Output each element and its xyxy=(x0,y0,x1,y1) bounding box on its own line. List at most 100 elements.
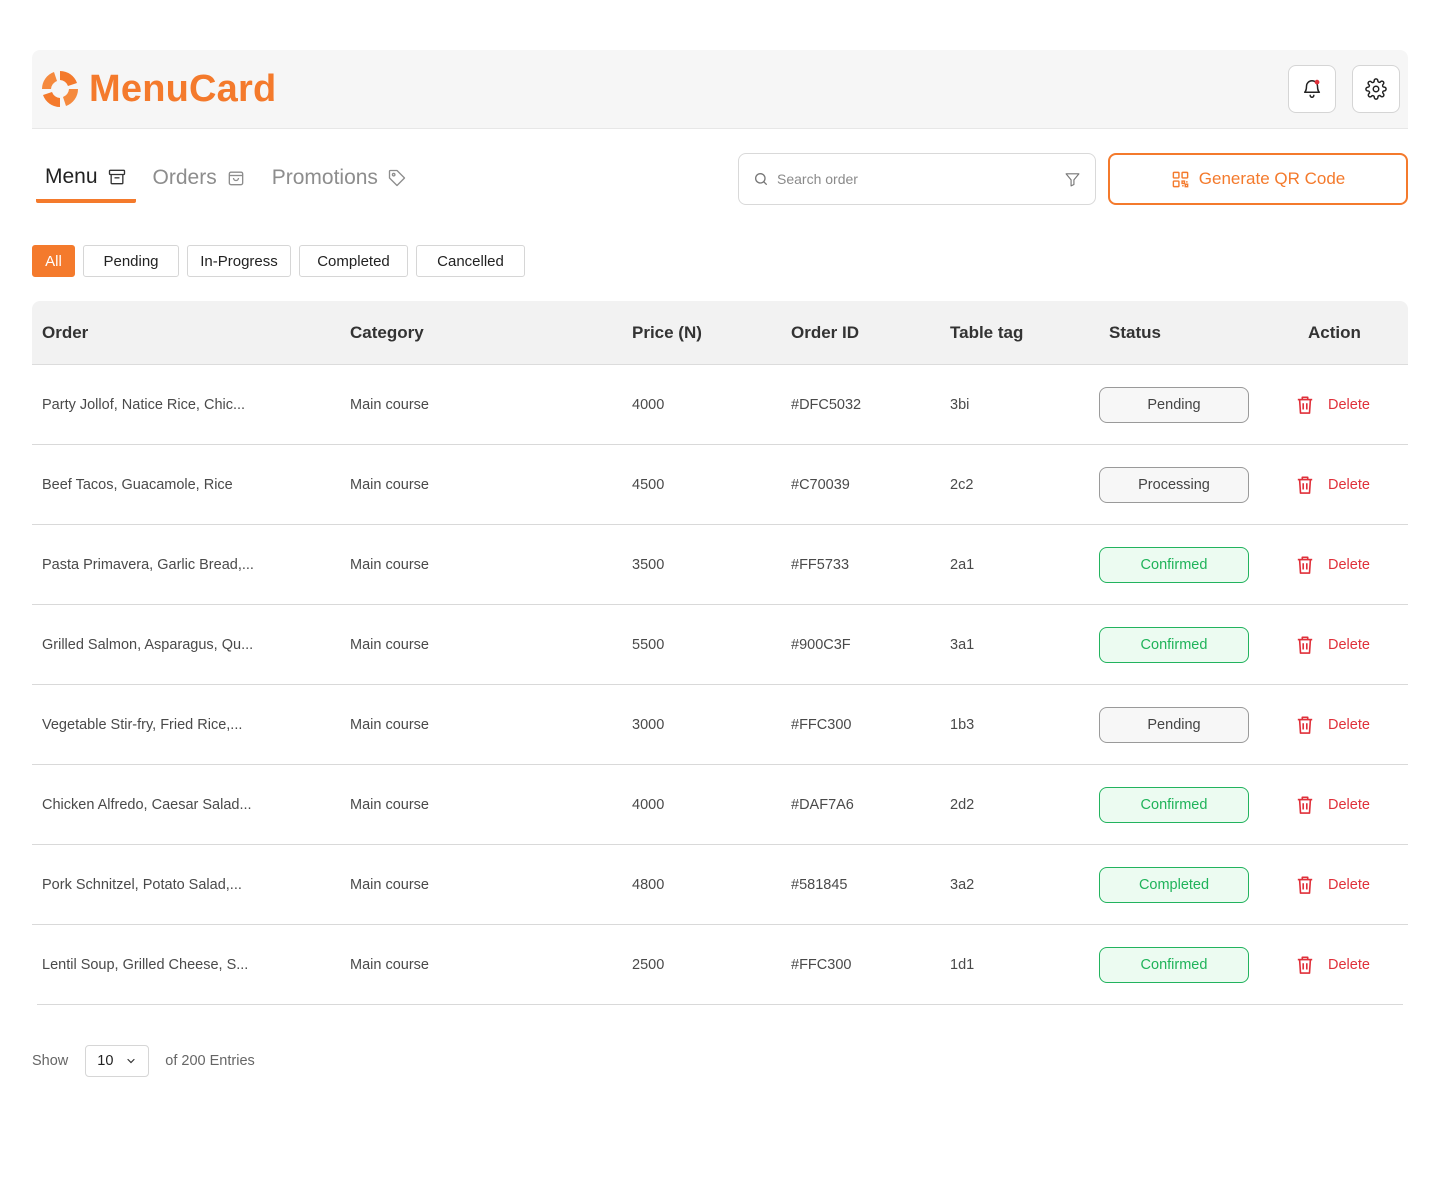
order-items: Party Jollof, Natice Rice, Chic... xyxy=(42,397,246,413)
tab-promotions-label: Promotions xyxy=(271,166,378,189)
table-tag: 3a2 xyxy=(950,877,975,893)
order-items: Lentil Soup, Grilled Cheese, S... xyxy=(42,957,249,973)
shopping-bag-icon xyxy=(226,168,246,188)
show-label: Show xyxy=(32,1053,69,1069)
brand-name: MenuCard xyxy=(89,67,277,110)
entries-count: of 200 Entries xyxy=(165,1053,255,1069)
trash-icon xyxy=(1296,795,1314,815)
table-tag: 2a1 xyxy=(950,557,975,573)
column-header-status[interactable]: Status xyxy=(1109,301,1161,365)
filter-pending[interactable]: Pending xyxy=(83,245,179,277)
order-price: 4000 xyxy=(632,397,665,413)
status-badge[interactable]: Completed xyxy=(1099,867,1249,903)
table-tag: 1d1 xyxy=(950,957,975,973)
status-badge[interactable]: Confirmed xyxy=(1099,627,1249,663)
order-items: Vegetable Stir-fry, Fried Rice,... xyxy=(42,717,243,733)
gear-icon xyxy=(1365,78,1387,100)
tag-icon xyxy=(387,168,407,188)
filter-in-progress[interactable]: In-Progress xyxy=(187,245,291,277)
filter-icon[interactable] xyxy=(1064,171,1081,188)
trash-icon xyxy=(1296,875,1314,895)
order-category: Main course xyxy=(350,957,429,973)
order-category: Main course xyxy=(350,477,429,493)
order-category: Main course xyxy=(350,797,429,813)
status-badge[interactable]: Confirmed xyxy=(1099,787,1249,823)
status-badge[interactable]: Confirmed xyxy=(1099,947,1249,983)
status-badge[interactable]: Processing xyxy=(1099,467,1249,503)
trash-icon xyxy=(1296,475,1314,495)
orders-table: Order Category Price (N) Order ID Table … xyxy=(32,301,1408,1005)
order-items: Chicken Alfredo, Caesar Salad... xyxy=(42,797,252,813)
delete-label: Delete xyxy=(1328,797,1370,813)
page-size-select[interactable]: 10 xyxy=(85,1045,150,1077)
delete-label: Delete xyxy=(1328,957,1370,973)
order-items: Pork Schnitzel, Potato Salad,... xyxy=(42,877,242,893)
top-bar: MenuCard xyxy=(32,50,1408,129)
filter-cancelled[interactable]: Cancelled xyxy=(416,245,525,277)
generate-qr-button[interactable]: Generate QR Code xyxy=(1108,153,1408,205)
status-badge[interactable]: Pending xyxy=(1099,707,1249,743)
table-row[interactable]: Chicken Alfredo, Caesar Salad... Main cou… xyxy=(32,765,1408,845)
search-icon xyxy=(755,173,767,185)
order-price: 4000 xyxy=(632,797,665,813)
order-items: Pasta Primavera, Garlic Bread,... xyxy=(42,557,254,573)
generate-qr-label: Generate QR Code xyxy=(1198,169,1346,188)
main-tabs: Menu Orders Promotions xyxy=(36,160,424,204)
table-row[interactable]: Party Jollof, Natice Rice, Chic... Main c… xyxy=(32,365,1408,445)
trash-icon xyxy=(1296,395,1314,415)
delete-label: Delete xyxy=(1328,477,1370,493)
notifications-button[interactable] xyxy=(1288,65,1336,113)
table-row[interactable]: Beef Tacos, Guacamole, Rice Main course 45… xyxy=(32,445,1408,525)
delete-button[interactable]: Delete xyxy=(1296,605,1370,685)
qr-code-icon xyxy=(1172,171,1189,187)
order-id: #DAF7A6 xyxy=(791,797,854,813)
tab-orders[interactable]: Orders xyxy=(144,160,255,196)
column-header-category[interactable]: Category xyxy=(350,301,424,365)
order-category: Main course xyxy=(350,637,429,653)
table-row[interactable]: Vegetable Stir-fry, Fried Rice,... Main c… xyxy=(32,685,1408,765)
order-category: Main course xyxy=(350,717,429,733)
delete-button[interactable]: Delete xyxy=(1296,845,1370,925)
column-header-order-id[interactable]: Order ID xyxy=(791,301,859,365)
order-price: 4800 xyxy=(632,877,665,893)
delete-button[interactable]: Delete xyxy=(1296,685,1370,765)
order-items: Beef Tacos, Guacamole, Rice xyxy=(42,477,233,493)
tab-menu[interactable]: Menu xyxy=(36,160,136,203)
column-header-order[interactable]: Order xyxy=(42,301,88,365)
order-price: 3500 xyxy=(632,557,665,573)
order-items: Grilled Salmon, Asparagus, Qu... xyxy=(42,637,254,653)
order-price: 3000 xyxy=(632,717,665,733)
delete-button[interactable]: Delete xyxy=(1296,765,1370,845)
settings-button[interactable] xyxy=(1352,65,1400,113)
table-header: Order Category Price (N) Order ID Table … xyxy=(32,301,1408,365)
delete-label: Delete xyxy=(1328,557,1370,573)
column-header-table-tag[interactable]: Table tag xyxy=(950,301,1023,365)
filter-completed[interactable]: Completed xyxy=(299,245,408,277)
order-price: 2500 xyxy=(632,957,665,973)
status-badge[interactable]: Confirmed xyxy=(1099,547,1249,583)
logo[interactable]: MenuCard xyxy=(39,68,276,110)
trash-icon xyxy=(1296,555,1314,575)
menucard-logo-icon xyxy=(41,70,79,108)
table-row[interactable]: Pasta Primavera, Garlic Bread,... Main co… xyxy=(32,525,1408,605)
order-id: #FFC300 xyxy=(791,717,852,733)
order-id: #900C3F xyxy=(791,637,851,653)
status-badge[interactable]: Pending xyxy=(1099,387,1249,423)
delete-button[interactable]: Delete xyxy=(1296,525,1370,605)
column-header-price[interactable]: Price (N) xyxy=(632,301,702,365)
table-row[interactable]: Pork Schnitzel, Potato Salad,... Main cou… xyxy=(32,845,1408,925)
tab-promotions[interactable]: Promotions xyxy=(263,160,416,196)
delete-label: Delete xyxy=(1328,717,1370,733)
table-tag: 2c2 xyxy=(950,477,974,493)
table-row[interactable]: Grilled Salmon, Asparagus, Qu... Main cou… xyxy=(32,605,1408,685)
delete-button[interactable]: Delete xyxy=(1296,445,1370,525)
delete-button[interactable]: Delete xyxy=(1296,925,1370,1005)
table-tag: 1b3 xyxy=(950,717,975,733)
search-input[interactable] xyxy=(777,171,1064,187)
bell-icon xyxy=(1303,79,1321,98)
filter-all[interactable]: All xyxy=(32,245,75,277)
order-price: 4500 xyxy=(632,477,665,493)
table-row[interactable]: Lentil Soup, Grilled Cheese, S... Main co… xyxy=(37,925,1403,1005)
delete-button[interactable]: Delete xyxy=(1296,365,1370,445)
order-category: Main course xyxy=(350,877,429,893)
